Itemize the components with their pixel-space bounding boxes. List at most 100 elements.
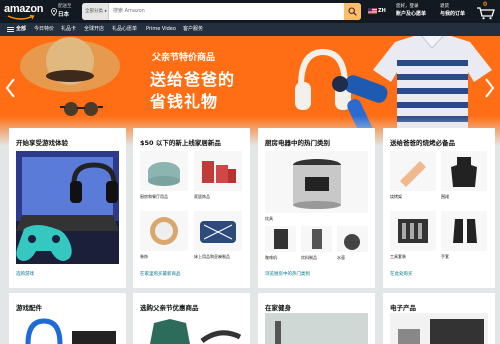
tile-home-decor[interactable] [194, 151, 242, 191]
tile-label: 床上用品和亚麻制品 [194, 254, 230, 259]
tile-gloves[interactable] [441, 211, 487, 251]
tile-label: 手套 [441, 254, 449, 259]
orders-label: 与我的订单 [440, 11, 466, 17]
search-button[interactable] [344, 3, 361, 20]
deliver-location: 日本 [58, 12, 70, 18]
returns-orders[interactable]: 退货 与我的订单 [440, 3, 472, 21]
tile-tools[interactable] [390, 211, 436, 251]
dutch-oven-image [148, 162, 180, 186]
nav-item-customer-service[interactable]: 客户服务 [183, 23, 203, 36]
account-menu[interactable]: 您好，登录 账户及心愿单 [396, 3, 434, 21]
logo-text: amazon [4, 3, 44, 15]
pillow-image [200, 221, 236, 243]
deliver-label: 配送至 [58, 4, 72, 9]
chevron-down-icon: ▼ [104, 9, 107, 13]
nav-item-gift-registry[interactable]: 礼品心愿单 [112, 23, 137, 36]
scrollbar[interactable] [496, 0, 500, 344]
card-title: 游戏配件 [16, 304, 42, 312]
tile-drinks[interactable] [301, 226, 332, 252]
language-label: ZH [378, 8, 386, 14]
card-title: 选购父亲节优惠商品 [140, 304, 199, 312]
laptop-image[interactable] [390, 313, 488, 344]
location-pin-icon [51, 8, 57, 16]
nav-bar: 全部 今日特价 礼品卡 全球开店 礼品心愿单 Prime Video 客户服务 [0, 23, 500, 36]
hero-subtitle: 父亲节特价商品 [152, 53, 216, 63]
nav-item-global-selling[interactable]: 全球开店 [84, 23, 104, 36]
search-input[interactable] [113, 3, 313, 20]
card-link[interactable]: 选购游戏 [16, 271, 34, 277]
search-icon [348, 7, 357, 16]
card-title: 厨房电器中的热门类别 [265, 139, 330, 147]
tile-label: 装饰 [140, 254, 148, 259]
card-fathers-day-deals: 选购父亲节优惠商品 [133, 293, 250, 344]
account-greeting: 您好，登录 [396, 4, 419, 9]
tile-label: 水壶 [337, 255, 345, 260]
card-title: 在家健身 [265, 304, 291, 312]
card-gaming: 开始享受游戏体验 选购游戏 [9, 128, 126, 288]
card-title: 开始享受游戏体验 [16, 139, 68, 147]
tile-label: 咖啡机 [265, 255, 277, 260]
hamburger-menu-icon[interactable] [7, 27, 14, 32]
search-category-label: 全部分类 [85, 9, 103, 14]
tile-kettle[interactable] [337, 226, 368, 252]
tile-label: 家居饰品 [194, 194, 210, 199]
account-label: 账户及心愿单 [396, 11, 427, 17]
canisters-image [202, 161, 236, 183]
card-bbq: 送给爸爸的烧烤必备品 烧烤架 围裙 工具套装 手套 在此处购买 [383, 128, 495, 288]
nav-item-deals[interactable]: 今日特价 [34, 23, 54, 36]
nav-item-gift-cards[interactable]: 礼品卡 [61, 23, 76, 36]
top-header: amazon 配送至 日本 全部分类 ▼ 搜索 Amazon ZH 您好，登录 … [0, 0, 500, 23]
tile-label: 工具套装 [390, 254, 406, 259]
nav-item-prime-video[interactable]: Prime Video [146, 23, 176, 36]
hero-title-line1: 送给爸爸的 [150, 70, 236, 89]
card-title: 送给爸爸的烧烤必备品 [390, 139, 455, 147]
tile-kitchen[interactable] [140, 151, 188, 191]
search-bar: 全部分类 ▼ [82, 3, 361, 20]
card-link[interactable]: 在此处购买 [390, 271, 413, 277]
tile-label: 炊具 [265, 216, 273, 221]
tool-set-image [398, 219, 428, 243]
headset-keyboard-image[interactable] [16, 313, 119, 344]
coffee-machine-image [274, 229, 288, 249]
tile-grill[interactable] [390, 151, 436, 191]
tile-decor[interactable] [140, 211, 188, 251]
card-link[interactable]: 浏览厨房中的热门类别 [265, 271, 310, 277]
us-flag-icon [368, 8, 377, 14]
cart-button[interactable]: 0 [476, 1, 498, 21]
card-home-fitness: 在家健身 [258, 293, 375, 344]
gloves-image [453, 219, 477, 243]
tile-bedding[interactable] [194, 211, 242, 251]
card-title: $50 以下的新上线家居新品 [140, 139, 221, 147]
apron-image [451, 157, 477, 187]
sunglasses-image [60, 102, 103, 116]
deliver-to[interactable]: 配送至 日本 [51, 3, 81, 21]
returns-label: 退货 [440, 4, 449, 9]
card-title: 电子产品 [390, 304, 416, 312]
nav-all[interactable]: 全部 [16, 23, 26, 36]
amazon-logo[interactable]: amazon [4, 2, 48, 21]
hero-title-line2: 省钱礼物 [150, 92, 219, 111]
pressure-cooker-image [293, 159, 341, 209]
tile-label: 烧烤架 [390, 194, 402, 199]
tile-label: 围裙 [441, 194, 449, 199]
card-electronics: 电子产品 [383, 293, 495, 344]
tile-label: 厨房和餐厅用品 [140, 194, 168, 199]
tile-label: 饮料制品 [301, 255, 317, 260]
kettle-image [344, 234, 360, 250]
card-link[interactable]: 在家里购买最新商品 [140, 271, 181, 277]
search-category-select[interactable]: 全部分类 ▼ [82, 3, 109, 20]
gaming-laptop-image[interactable] [16, 151, 119, 264]
hat-image [20, 37, 120, 92]
smile-icon [7, 15, 35, 20]
tile-apron[interactable] [441, 151, 487, 191]
grill-image [400, 161, 426, 187]
tile-cookware[interactable] [265, 151, 368, 213]
mirror-image [150, 217, 178, 245]
chevron-left-icon[interactable] [4, 76, 18, 100]
tile-coffee[interactable] [265, 226, 296, 252]
card-kitchen-appliances: 厨房电器中的热门类别 炊具 咖啡机 饮料制品 水壶 浏览厨房中的热门类别 [258, 128, 375, 288]
deals-image[interactable] [140, 313, 243, 344]
language-selector[interactable]: ZH [368, 6, 392, 18]
card-gaming-accessories: 游戏配件 [9, 293, 126, 344]
fitness-image[interactable] [265, 313, 368, 344]
